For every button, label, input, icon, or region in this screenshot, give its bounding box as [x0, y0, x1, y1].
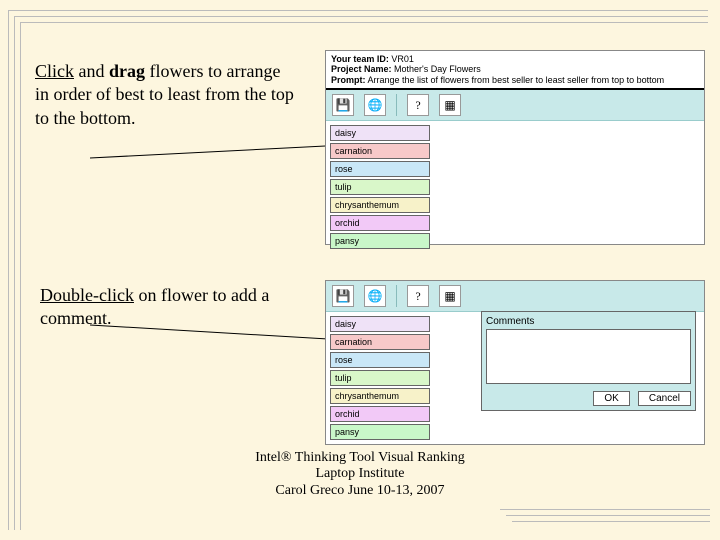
save-icon[interactable]: 💾 [332, 94, 354, 116]
ranking-panel-top: Your team ID: VR01 Project Name: Mother'… [325, 50, 705, 245]
comment-textarea[interactable] [486, 329, 691, 384]
arrow-line [90, 140, 350, 170]
flower-item-daisy[interactable]: daisy [330, 125, 430, 141]
compare-icon[interactable]: ▦ [439, 94, 461, 116]
flower-item-carnation[interactable]: carnation [330, 334, 430, 350]
flower-item-rose[interactable]: rose [330, 161, 430, 177]
question-icon[interactable]: ? [407, 285, 429, 307]
frame-line [8, 10, 708, 11]
flower-item-daisy[interactable]: daisy [330, 316, 430, 332]
frame-line [20, 22, 708, 23]
question-icon[interactable]: ? [407, 94, 429, 116]
flower-item-pansy[interactable]: pansy [330, 424, 430, 440]
footer-line: Laptop Institute [0, 466, 720, 483]
cancel-button[interactable]: Cancel [638, 391, 691, 406]
flower-item-tulip[interactable]: tulip [330, 370, 430, 386]
instruction-comment: Double-click on flower to add a comment. [40, 284, 290, 331]
comment-dialog: Comments OK Cancel [481, 311, 696, 411]
footer-line: Intel® Thinking Tool Visual Ranking [0, 450, 720, 467]
instruction-drag-bold: drag [109, 61, 145, 81]
flower-item-orchid[interactable]: orchid [330, 215, 430, 231]
toolbar-separator [396, 94, 397, 116]
compare-icon[interactable]: ▦ [439, 285, 461, 307]
instruction-comment-prefix: Double-click [40, 285, 134, 305]
footer-line: Carol Greco June 10-13, 2007 [0, 483, 720, 500]
ranking-panel-bottom: 💾 🌐 ? ▦ daisy carnation rose tulip chrysanth… [325, 280, 705, 445]
toolbar: 💾 🌐 ? ▦ [326, 281, 704, 312]
ok-button[interactable]: OK [593, 391, 629, 406]
save-icon[interactable]: 💾 [332, 285, 354, 307]
flower-item-rose[interactable]: rose [330, 352, 430, 368]
flower-item-carnation[interactable]: carnation [330, 143, 430, 159]
flower-list: daisy carnation rose tulip chrysanthemum orch… [326, 121, 704, 255]
panel-meta: Your team ID: VR01 Project Name: Mother'… [326, 51, 704, 86]
instruction-drag: Click and drag flowers to arrange in ord… [35, 60, 295, 130]
flower-item-chrysanthemum[interactable]: chrysanthemum [330, 197, 430, 213]
flower-item-chrysanthemum[interactable]: chrysanthemum [330, 388, 430, 404]
globe-icon[interactable]: 🌐 [364, 285, 386, 307]
globe-icon[interactable]: 🌐 [364, 94, 386, 116]
frame-line [512, 521, 710, 522]
flower-item-tulip[interactable]: tulip [330, 179, 430, 195]
frame-line [506, 515, 710, 516]
frame-line [500, 509, 710, 510]
comment-label: Comments [486, 316, 691, 327]
instruction-drag-click: Click [35, 61, 74, 81]
toolbar-separator [396, 285, 397, 307]
footer: Intel® Thinking Tool Visual Ranking Lapt… [0, 450, 720, 500]
flower-item-orchid[interactable]: orchid [330, 406, 430, 422]
frame-line [14, 16, 708, 17]
flower-item-pansy[interactable]: pansy [330, 233, 430, 249]
toolbar: 💾 🌐 ? ▦ [326, 90, 704, 121]
